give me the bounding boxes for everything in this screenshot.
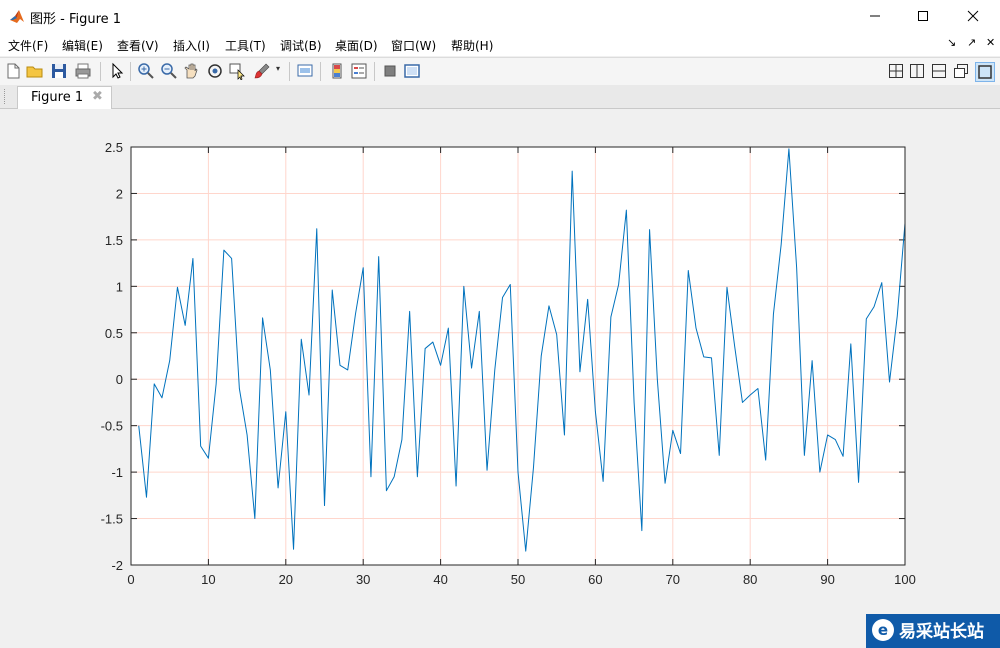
new-figure-icon[interactable] [4, 62, 22, 80]
menu-help[interactable]: 帮助(H) [451, 37, 493, 54]
open-file-icon[interactable] [26, 62, 44, 80]
x-tick-label: 100 [894, 572, 916, 587]
title-bar: 图形 - Figure 1 [0, 0, 1000, 32]
dock-arrow-icon[interactable]: ↘ [947, 36, 956, 49]
tab-close-icon[interactable]: ✖ [92, 89, 103, 104]
y-tick-label: 1.5 [105, 233, 123, 248]
tab-bar [0, 85, 1000, 109]
menu-bar: 文件(F) 编辑(E) 查看(V) 插入(I) 工具(T) 调试(B) 桌面(D… [0, 32, 1000, 56]
tab-figure-1[interactable]: Figure 1 ✖ [17, 86, 112, 109]
menu-desktop[interactable]: 桌面(D) [335, 37, 378, 54]
figure-toolbar: ▾ [0, 57, 1000, 86]
zoom-out-icon[interactable] [160, 62, 178, 80]
close-icon [967, 10, 979, 22]
matlab-icon [10, 10, 24, 23]
y-tick-label: 0 [116, 372, 123, 387]
x-tick-label: 90 [820, 572, 834, 587]
legend-icon[interactable] [350, 62, 368, 80]
x-tick-label: 70 [666, 572, 680, 587]
pan-hand-icon[interactable] [182, 62, 200, 80]
brush-icon[interactable] [253, 62, 271, 80]
float-window-icon[interactable] [952, 62, 970, 80]
menu-edit[interactable]: 编辑(E) [62, 37, 103, 54]
y-tick-label: 2.5 [105, 140, 123, 155]
minimize-icon [870, 15, 880, 17]
data-cursor-icon[interactable] [228, 62, 246, 80]
undock-arrow-icon[interactable]: ↗ [967, 36, 976, 49]
tab-label: Figure 1 [31, 90, 84, 105]
menu-debug[interactable]: 调试(B) [280, 37, 322, 54]
link-plot-icon[interactable] [296, 62, 314, 80]
brush-dropdown-icon[interactable]: ▾ [276, 64, 280, 73]
tile-2x2-icon[interactable] [887, 62, 905, 80]
y-tick-label: -1 [111, 465, 123, 480]
window-title: 图形 - Figure 1 [30, 12, 122, 27]
menu-window[interactable]: 窗口(W) [391, 37, 436, 54]
figure-canvas: 0 10 20 30 40 50 60 70 80 90 100 -2 -1.5 -1 -0.5 0 0.5 1 1… [0, 109, 1000, 648]
y-tick-label: -2 [111, 558, 123, 573]
save-icon[interactable] [50, 62, 68, 80]
y-tick-label: -0.5 [101, 419, 123, 434]
x-tick-label: 0 [127, 572, 134, 587]
tile-rows-icon[interactable] [930, 62, 948, 80]
colorbar-icon[interactable] [328, 62, 346, 80]
zoom-in-icon[interactable] [137, 62, 155, 80]
tab-grip [4, 89, 7, 104]
watermark-text: 易采站长站 [899, 622, 984, 642]
tile-columns-icon[interactable] [908, 62, 926, 80]
maximize-button[interactable] [900, 0, 946, 32]
watermark: e 易采站长站 [866, 614, 1000, 648]
y-tick-label: 1 [116, 279, 123, 294]
watermark-logo: e [872, 619, 894, 641]
x-tick-label: 60 [588, 572, 602, 587]
menu-view[interactable]: 查看(V) [117, 37, 159, 54]
maximize-icon [918, 11, 928, 21]
close-small-icon[interactable]: ✕ [986, 36, 995, 49]
y-tick-label: 0.5 [105, 326, 123, 341]
x-tick-label: 40 [433, 572, 447, 587]
menu-tools[interactable]: 工具(T) [225, 37, 266, 54]
line-plot[interactable]: 0 10 20 30 40 50 60 70 80 90 100 -2 -1.5 -1 -0.5 0 0.5 1 1… [0, 109, 1000, 648]
y-tick-label: 2 [116, 186, 123, 201]
minimize-button[interactable] [852, 0, 898, 32]
menu-file[interactable]: 文件(F) [8, 37, 48, 54]
show-plot-tools-icon[interactable] [403, 62, 421, 80]
x-tick-label: 20 [279, 572, 293, 587]
y-tick-label: -1.5 [101, 512, 123, 527]
pointer-icon[interactable] [108, 62, 126, 80]
x-tick-label: 30 [356, 572, 370, 587]
x-tick-label: 10 [201, 572, 215, 587]
x-tick-label: 50 [511, 572, 525, 587]
hide-plot-tools-icon[interactable] [381, 62, 399, 80]
close-button[interactable] [950, 0, 996, 32]
maximize-doc-icon[interactable] [975, 62, 995, 82]
print-icon[interactable] [74, 62, 92, 80]
x-tick-label: 80 [743, 572, 757, 587]
menu-insert[interactable]: 插入(I) [173, 37, 210, 54]
rotate-3d-icon[interactable] [206, 62, 224, 80]
